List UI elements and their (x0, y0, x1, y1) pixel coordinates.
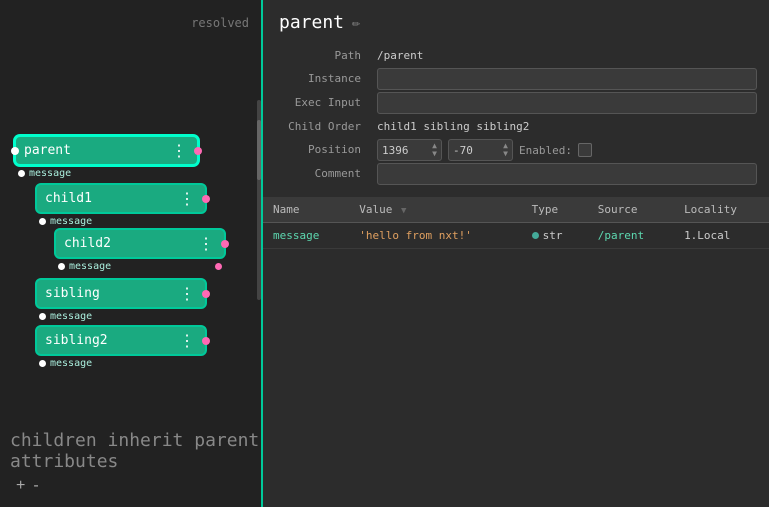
col-type: Type (522, 197, 588, 223)
panel-title: parent (279, 12, 344, 33)
child1-dot-right (202, 195, 210, 203)
child2-node-container: child2 ⋮ message (54, 228, 226, 272)
position-x-spinner[interactable]: 1396 ▲ ▼ (377, 139, 442, 161)
path-value: /parent (377, 45, 757, 66)
child-order-value: child1 sibling sibling2 (377, 116, 757, 137)
instance-label: Instance (279, 68, 369, 90)
child1-port-row: message (35, 216, 207, 227)
resolved-label: resolved (191, 16, 249, 30)
sibling2-port-dot (39, 360, 46, 367)
sibling-node-menu[interactable]: ⋮ (177, 284, 197, 303)
comment-label: Comment (279, 163, 369, 185)
sibling-port-dot (39, 313, 46, 320)
col-name: Name (263, 197, 349, 223)
sibling2-node[interactable]: sibling2 ⋮ (35, 325, 207, 356)
parent-port-row: message (14, 168, 199, 179)
panel-header: parent ✏ (263, 0, 769, 41)
path-label: Path (279, 45, 369, 66)
sibling2-port-label: message (50, 358, 92, 369)
comment-input[interactable] (377, 163, 757, 185)
sibling2-dot-right (202, 337, 210, 345)
position-y-down[interactable]: ▼ (503, 150, 508, 158)
type-dot (532, 232, 539, 239)
sibling2-node-label: sibling2 (45, 333, 108, 348)
sibling-port-row: message (35, 311, 207, 322)
instance-input[interactable] (377, 68, 757, 90)
parent-node[interactable]: parent ⋮ (14, 135, 199, 166)
position-y-arrows[interactable]: ▲ ▼ (503, 142, 508, 158)
table-header-row: Name Value ▼ Type Source L (263, 197, 769, 223)
child2-node-label: child2 (64, 236, 111, 251)
sibling2-node-menu[interactable]: ⋮ (177, 331, 197, 350)
col-locality: Locality (674, 197, 769, 223)
table-section: Name Value ▼ Type Source L (263, 197, 769, 507)
child1-node-label: child1 (45, 191, 92, 206)
table-wrapper[interactable]: Name Value ▼ Type Source L (263, 197, 769, 507)
position-label: Position (279, 139, 369, 161)
table-row[interactable]: message 'hello from nxt!' str /parent 1.… (263, 223, 769, 249)
col-value: Value ▼ (349, 197, 521, 223)
right-panel: parent ✏ Path /parent Instance Exec Inpu… (263, 0, 769, 507)
child2-port-row: message (54, 261, 226, 272)
parent-node-label: parent (24, 143, 71, 158)
sibling-node-container: sibling ⋮ message (35, 278, 207, 322)
child1-port-label: message (50, 216, 92, 227)
attributes-table: Name Value ▼ Type Source L (263, 197, 769, 249)
remove-button[interactable]: - (33, 477, 38, 495)
sibling-node[interactable]: sibling ⋮ (35, 278, 207, 309)
left-scrollbar-thumb (257, 120, 261, 180)
parent-node-menu[interactable]: ⋮ (169, 141, 189, 160)
position-y-spinner[interactable]: -70 ▲ ▼ (448, 139, 513, 161)
exec-input-label: Exec Input (279, 92, 369, 114)
position-row: 1396 ▲ ▼ -70 ▲ ▼ Enabled: (377, 139, 757, 161)
cell-value: 'hello from nxt!' (349, 223, 521, 249)
edit-icon[interactable]: ✏ (352, 15, 360, 31)
position-x-value: 1396 (382, 144, 409, 157)
child2-port-dot-right (215, 263, 222, 270)
sibling-node-label: sibling (45, 286, 100, 301)
parent-port-dot (18, 170, 25, 177)
left-panel: resolved parent ⋮ message child1 ⋮ messa… (0, 0, 263, 507)
position-x-arrows[interactable]: ▲ ▼ (432, 142, 437, 158)
child1-node-menu[interactable]: ⋮ (177, 189, 197, 208)
parent-dot-right (194, 147, 202, 155)
child1-node[interactable]: child1 ⋮ (35, 183, 207, 214)
child2-node-menu[interactable]: ⋮ (196, 234, 216, 253)
bottom-controls: + - (16, 477, 39, 495)
sibling2-port-row: message (35, 358, 207, 369)
child2-port-dot (58, 263, 65, 270)
properties-grid: Path /parent Instance Exec Input Child O… (263, 41, 769, 189)
child1-port-dot (39, 218, 46, 225)
sibling-dot-right (202, 290, 210, 298)
add-button[interactable]: + (16, 477, 25, 495)
parent-node-container: parent ⋮ message (14, 135, 199, 179)
position-y-value: -70 (453, 144, 473, 157)
exec-input-field[interactable] (377, 92, 757, 114)
type-text: str (543, 229, 563, 242)
cell-type: str (522, 223, 588, 249)
position-x-down[interactable]: ▼ (432, 150, 437, 158)
enabled-checkbox[interactable] (578, 143, 592, 157)
cell-locality: 1.Local (674, 223, 769, 249)
bottom-text: children inherit parent attributes (10, 430, 261, 472)
child2-port-label: message (69, 261, 111, 272)
value-sort-icon[interactable]: ▼ (401, 206, 406, 216)
sibling2-node-container: sibling2 ⋮ message (35, 325, 207, 369)
sibling-port-label: message (50, 311, 92, 322)
parent-dot-left (11, 147, 19, 155)
enabled-label: Enabled: (519, 144, 572, 157)
left-scrollbar[interactable] (257, 100, 261, 300)
child2-dot-right (221, 240, 229, 248)
cell-source: /parent (588, 223, 674, 249)
col-source: Source (588, 197, 674, 223)
parent-port-label: message (29, 168, 71, 179)
child-order-label: Child Order (279, 116, 369, 137)
child2-node[interactable]: child2 ⋮ (54, 228, 226, 259)
cell-name: message (263, 223, 349, 249)
child1-node-container: child1 ⋮ message (35, 183, 207, 227)
